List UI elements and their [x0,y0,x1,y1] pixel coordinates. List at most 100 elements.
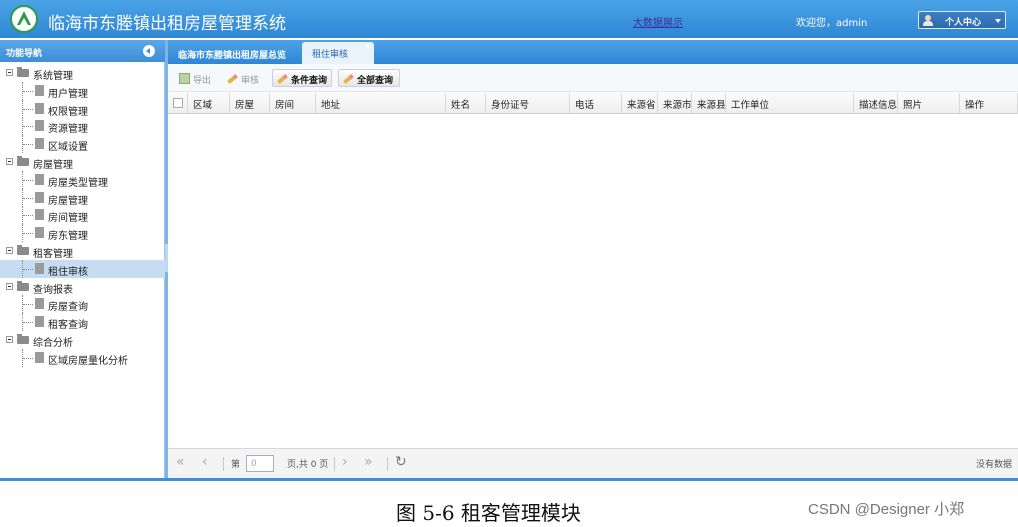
column-header-label: 照片 [903,100,923,111]
nav-label: 区域设置 [48,142,88,154]
select-all-checkbox[interactable] [173,98,183,108]
column-header[interactable]: 来源市 [658,93,692,114]
column-header[interactable]: 电话 [570,93,622,114]
file-icon [35,316,44,328]
nav-item[interactable]: 租住审核 [0,259,165,278]
first-page-icon[interactable]: « [176,454,185,470]
nav-category[interactable]: 租客管理 [0,242,165,260]
collapse-toggle-icon[interactable] [6,157,13,165]
nav-category[interactable]: 综合分析 [0,331,165,349]
collapse-sidebar-button[interactable] [143,45,155,57]
tree-line [23,144,33,146]
export-label: 导出 [193,76,212,86]
tree-line [23,108,33,110]
nav-item[interactable]: 租客查询 [0,313,165,332]
nav-label: 租住审核 [48,266,88,278]
nav-tree: 系统管理 用户管理 权限管理 资源管理 区域设置 房屋管理 房屋类型管理 房屋管理 房间管理 房东… [0,64,165,367]
tree-line [23,179,33,181]
collapse-toggle-icon[interactable] [6,282,13,290]
user-center-button[interactable]: 个人中心 [918,11,1006,29]
bigdata-link[interactable]: 大数据展示 [633,14,683,29]
column-header[interactable]: 地址 [316,93,446,114]
nav-item[interactable]: 用户管理 [0,81,165,100]
column-header[interactable]: 操作 [960,93,1018,114]
no-data-text: 没有数据 [976,460,1013,470]
column-header-label: 来源市 [663,100,691,111]
export-button[interactable]: 导出 [174,69,216,87]
tree-line [23,215,33,217]
file-icon [35,262,44,274]
nav-label: 租客管理 [33,248,73,260]
nav-item[interactable]: 区域设置 [0,135,165,154]
query-all-button[interactable]: 全部查询 [338,69,400,87]
column-header-label: 房屋 [235,100,255,111]
refresh-icon[interactable]: ↻ [395,454,407,470]
tree-line [23,357,33,359]
nav-label: 权限管理 [48,106,88,118]
nav-item[interactable]: 房屋查询 [0,295,165,314]
app-title: 临海市东塍镇出租房屋管理系统 [48,14,286,34]
column-header-label: 工作单位 [731,100,770,111]
close-icon[interactable]: ✕ [364,42,371,51]
bottom-border [0,478,1018,481]
user-icon [923,15,933,26]
column-header[interactable]: 来源县 [692,93,726,114]
page-prefix: 第 [231,460,241,470]
tab-rental-audit[interactable]: 租住审核 ✕ [302,42,374,64]
nav-item[interactable]: 资源管理 [0,117,165,136]
toolbar: 导出 审核 条件查询 全部查询 [168,64,1018,92]
tree-line [23,268,33,270]
nav-item[interactable]: 房间管理 [0,206,165,225]
tree-line [23,197,33,199]
next-page-icon[interactable]: › [342,454,348,470]
collapse-toggle-icon[interactable] [6,335,13,343]
nav-item[interactable]: 房东管理 [0,224,165,243]
column-header[interactable]: 来源省 [622,93,658,114]
column-header-label: 操作 [965,100,985,111]
column-header-label: 身份证号 [491,100,530,111]
nav-label: 系统管理 [33,71,73,82]
conditional-query-label: 条件查询 [291,76,328,86]
collapse-toggle-icon[interactable] [6,69,13,76]
nav-item[interactable]: 房屋类型管理 [0,170,165,189]
pager-separator [387,457,388,471]
nav-category[interactable]: 系统管理 [0,64,165,82]
page-number-input[interactable] [246,455,274,472]
file-icon [35,351,44,363]
folder-icon [17,67,29,77]
nav-item[interactable]: 权限管理 [0,99,165,118]
tab-label: 租住审核 [312,50,349,60]
nav-item[interactable]: 区域房屋量化分析 [0,348,165,367]
file-icon [35,227,44,239]
app-window: 临海市东塍镇出租房屋管理系统 大数据展示 欢迎您，admin 个人中心 功能导航… [0,0,1018,481]
prev-page-icon[interactable]: ‹ [202,454,208,470]
column-header[interactable]: 房间 [270,93,316,114]
file-icon [35,191,44,203]
column-header[interactable]: 姓名 [446,93,486,114]
folder-icon [17,155,29,166]
sidebar: 功能导航 系统管理 用户管理 权限管理 资源管理 区域设置 房屋管理 房屋类型管理 房屋管理房… [0,40,165,480]
conditional-query-button[interactable]: 条件查询 [272,69,332,87]
select-all-cell [168,93,188,114]
audit-button[interactable]: 审核 [222,69,266,87]
column-header[interactable]: 照片 [898,93,960,114]
audit-label: 审核 [241,76,260,86]
column-header[interactable]: 工作单位 [726,93,854,114]
column-header-label: 描述信息 [859,100,897,111]
nav-category[interactable]: 查询报表 [0,278,165,296]
collapse-toggle-icon[interactable] [6,246,13,254]
column-header-label: 电话 [575,100,595,111]
file-icon [35,209,44,221]
last-page-icon[interactable]: » [364,454,373,470]
nav-item[interactable]: 房屋管理 [0,188,165,207]
column-header-label: 姓名 [451,100,471,111]
file-icon [35,173,44,185]
tab-overview[interactable]: 临海市东塍镇出租房屋总览 [172,42,302,64]
file-icon [35,298,44,310]
nav-category[interactable]: 房屋管理 [0,153,165,171]
column-header[interactable]: 房屋 [230,93,270,114]
column-header[interactable]: 身份证号 [486,93,570,114]
tab-bar: 临海市东塍镇出租房屋总览 租住审核 ✕ [168,40,1018,64]
column-header[interactable]: 区域 [188,93,230,114]
column-header[interactable]: 描述信息 [854,93,898,114]
